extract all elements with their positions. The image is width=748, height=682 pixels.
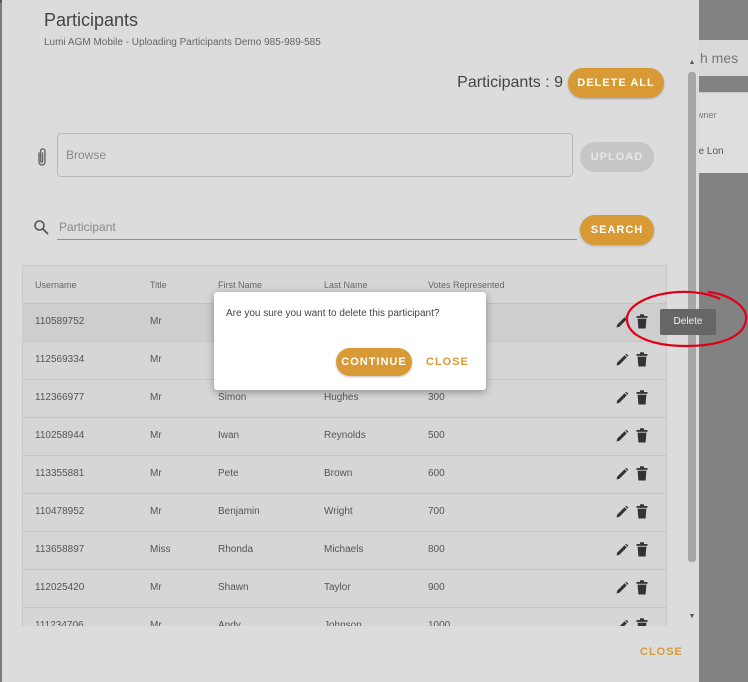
edit-icon[interactable] xyxy=(615,467,629,481)
cell-votes: 900 xyxy=(428,582,445,593)
participant-search-input[interactable] xyxy=(57,215,577,240)
cell-last-name: Michaels xyxy=(324,544,364,555)
table-row[interactable]: 113355881 Mr Pete Brown 600 xyxy=(23,456,666,494)
cell-last-name: Wright xyxy=(324,506,353,517)
edit-icon[interactable] xyxy=(615,619,629,626)
confirm-delete-dialog: Are you sure you want to delete this par… xyxy=(214,292,486,390)
cell-username: 113658897 xyxy=(35,544,85,555)
column-header-username[interactable]: Username xyxy=(35,280,77,290)
cell-username: 112025420 xyxy=(35,582,85,593)
table-row[interactable]: 110258944 Mr Iwan Reynolds 500 xyxy=(23,418,666,456)
paperclip-icon xyxy=(38,148,46,166)
cell-first-name: Iwan xyxy=(218,430,240,441)
search-icon xyxy=(34,220,49,235)
cell-title: Mr xyxy=(150,430,162,441)
dialog-close-button[interactable]: CLOSE xyxy=(426,356,469,368)
column-header-first-name[interactable]: First Name xyxy=(218,280,262,290)
edit-icon[interactable] xyxy=(615,505,629,519)
dialog-message: Are you sure you want to delete this par… xyxy=(226,308,440,319)
cell-votes: 1000 xyxy=(428,620,451,626)
cell-username: 111234706 xyxy=(35,620,84,626)
close-button[interactable]: CLOSE xyxy=(640,646,683,658)
trash-icon[interactable] xyxy=(636,466,648,481)
browse-file-field[interactable]: Browse xyxy=(57,133,573,177)
cell-username: 112366977 xyxy=(35,392,85,403)
cell-title: Mr xyxy=(150,620,162,626)
column-header-votes[interactable]: Votes Represented xyxy=(428,280,505,290)
cell-votes: 500 xyxy=(428,430,445,441)
cell-votes: 600 xyxy=(428,468,445,479)
cell-title: Miss xyxy=(150,544,171,555)
upload-button[interactable]: UPLOAD xyxy=(580,142,654,172)
trash-icon[interactable] xyxy=(636,390,648,405)
cell-username: 110478952 xyxy=(35,506,85,517)
trash-icon[interactable] xyxy=(636,580,648,595)
cell-first-name: Andy xyxy=(218,620,241,626)
cell-last-name: Brown xyxy=(324,468,353,479)
edit-icon[interactable] xyxy=(615,391,629,405)
search-button[interactable]: SEARCH xyxy=(580,215,654,245)
browse-label: Browse xyxy=(66,148,107,162)
scroll-down-icon[interactable]: ▼ xyxy=(686,613,698,620)
cell-first-name: Pete xyxy=(218,468,239,479)
cell-username: 110258944 xyxy=(35,430,85,441)
cell-title: Mr xyxy=(150,316,162,327)
cell-first-name: Shawn xyxy=(218,582,249,593)
table-row[interactable]: 113658897 Miss Rhonda Michaels 800 xyxy=(23,532,666,570)
column-header-title[interactable]: Title xyxy=(150,280,167,290)
edit-icon[interactable] xyxy=(615,429,629,443)
trash-icon[interactable] xyxy=(636,428,648,443)
cell-votes: 700 xyxy=(428,506,445,517)
cell-title: Mr xyxy=(150,392,162,403)
participants-count: Participants : 9 xyxy=(457,74,563,91)
trash-icon[interactable] xyxy=(636,618,648,626)
cell-votes: 300 xyxy=(428,392,445,403)
cell-first-name: Benjamin xyxy=(218,506,260,517)
continue-button[interactable]: CONTINUE xyxy=(336,348,412,376)
cell-last-name: Johnson xyxy=(324,620,362,626)
scroll-up-icon[interactable]: ▲ xyxy=(686,59,698,66)
page-subtitle: Lumi AGM Mobile - Uploading Participants… xyxy=(44,37,321,48)
cell-last-name: Reynolds xyxy=(324,430,366,441)
cell-title: Mr xyxy=(150,506,162,517)
page-title: Participants xyxy=(44,10,139,30)
cell-last-name: Hughes xyxy=(324,392,359,403)
trash-icon[interactable] xyxy=(636,542,648,557)
trash-icon[interactable] xyxy=(636,352,648,367)
cell-title: Mr xyxy=(150,582,162,593)
cell-title: Mr xyxy=(150,354,162,365)
cell-first-name: Rhonda xyxy=(218,544,254,555)
cell-last-name: Taylor xyxy=(324,582,351,593)
table-row[interactable]: 110478952 Mr Benjamin Wright 700 xyxy=(23,494,666,532)
edit-icon[interactable] xyxy=(615,581,629,595)
red-circle-annotation xyxy=(625,290,748,348)
column-header-last-name[interactable]: Last Name xyxy=(324,280,368,290)
background-search-field: h mes xyxy=(696,40,748,76)
delete-all-button[interactable]: DELETE ALL xyxy=(568,68,664,98)
cell-username: 110589752 xyxy=(35,316,85,327)
trash-icon[interactable] xyxy=(636,504,648,519)
edit-icon[interactable] xyxy=(615,353,629,367)
cell-username: 113355881 xyxy=(35,468,85,479)
cell-username: 112569334 xyxy=(35,354,85,365)
cell-votes: 800 xyxy=(428,544,445,555)
edit-icon[interactable] xyxy=(615,543,629,557)
table-row[interactable]: 111234706 Mr Andy Johnson 1000 xyxy=(23,608,666,626)
cell-first-name: Simon xyxy=(218,392,247,403)
cell-title: Mr xyxy=(150,468,162,479)
table-row[interactable]: 112025420 Mr Shawn Taylor 900 xyxy=(23,570,666,608)
